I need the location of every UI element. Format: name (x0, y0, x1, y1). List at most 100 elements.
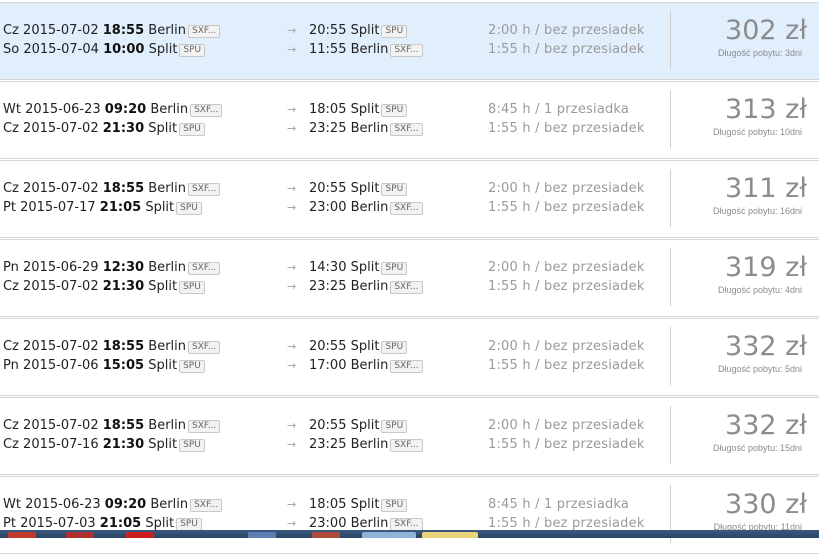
duration: 8:45 h / 1 przesiadka (488, 497, 630, 512)
airport-code-badge: SPU (381, 25, 408, 38)
departure-time: 21:05 (99, 516, 142, 531)
departure-time: 10:00 (103, 42, 145, 57)
duration: 1:55 h / bez przesiadek (488, 279, 645, 294)
departure: Cz 2015-07-02 18:55 Berlin SXF... (3, 21, 221, 40)
arrow-right-icon: → (287, 24, 297, 37)
airport-code-badge: SPU (381, 341, 408, 354)
arrival-city: Berlin (350, 358, 389, 373)
result-row[interactable]: Wt 2015-06-23 09:20 Berlin SXF... → 18:05… (0, 81, 819, 159)
divider (670, 11, 671, 69)
taskbar-button[interactable] (248, 532, 276, 538)
arrival: 20:55 Split SPU (309, 21, 408, 40)
arrow-right-icon: → (287, 359, 297, 372)
outbound-leg: Pn 2015-06-29 12:30 Berlin SXF... → 14:30… (0, 258, 819, 277)
airport-code-badge: SXF... (188, 420, 221, 433)
date: 2015-07-02 (23, 181, 99, 196)
result-row[interactable]: Cz 2015-07-02 18:55 Berlin SXF... → 20:55… (0, 318, 819, 396)
inbound-leg: Pn 2015-07-06 15:05 Split SPU → 17:00 Ber… (0, 356, 819, 375)
divider (670, 169, 671, 227)
airport-code-badge: SXF... (390, 44, 423, 57)
inbound-leg: Cz 2015-07-02 21:30 Split SPU → 23:25 Ber… (0, 277, 819, 296)
departure: So 2015-07-04 10:00 Split SPU (3, 40, 206, 59)
taskbar-button[interactable] (126, 532, 154, 538)
departure: Cz 2015-07-02 21:30 Split SPU (3, 277, 205, 296)
arrival: 11:55 Berlin SXF... (309, 40, 423, 59)
arrow-right-icon: → (287, 103, 297, 116)
inbound-leg: Pt 2015-07-17 21:05 Split SPU → 23:00 Ber… (0, 198, 819, 217)
departure: Cz 2015-07-02 21:30 Split SPU (3, 119, 205, 138)
arrival-city: Split (350, 418, 380, 433)
divider (670, 90, 671, 148)
taskbar-button[interactable] (362, 532, 416, 538)
day: Wt (3, 102, 21, 117)
departure: Pn 2015-07-06 15:05 Split SPU (3, 356, 205, 375)
date: 2015-07-04 (23, 42, 99, 57)
departure-city: Berlin (150, 102, 189, 117)
airport-code-badge: SPU (179, 360, 205, 373)
arrival-time: 20:55 (309, 181, 347, 196)
airport-code-badge: SPU (381, 104, 408, 117)
arrival-city: Split (350, 102, 380, 117)
taskbar-button[interactable] (312, 532, 340, 538)
day: Pt (3, 516, 16, 531)
airport-code-badge: SPU (381, 183, 408, 196)
duration: 1:55 h / bez przesiadek (488, 437, 645, 452)
arrow-right-icon: → (287, 280, 297, 293)
taskbar-button[interactable] (8, 532, 36, 538)
price: 330 zł (725, 489, 807, 520)
date: 2015-07-02 (23, 418, 99, 433)
stay-length: Długość pobytu: 15dni (712, 443, 802, 453)
arrival-time: 20:55 (309, 23, 347, 38)
arrival-time: 11:55 (309, 42, 347, 57)
departure-city: Berlin (148, 260, 186, 275)
airport-code-badge: SXF... (390, 439, 423, 452)
arrival-time: 23:25 (309, 437, 347, 452)
outbound-leg: Cz 2015-07-02 18:55 Berlin SXF... → 20:55… (0, 416, 819, 435)
result-row[interactable]: Pn 2015-06-29 12:30 Berlin SXF... → 14:30… (0, 239, 819, 317)
airport-code-badge: SXF... (188, 341, 221, 354)
arrival-city: Split (350, 23, 380, 38)
airport-code-badge: SPU (179, 439, 205, 452)
airport-code-badge: SXF... (190, 499, 223, 512)
departure: Cz 2015-07-16 21:30 Split SPU (3, 435, 205, 454)
arrow-right-icon: → (287, 43, 297, 56)
arrival-city: Berlin (350, 121, 389, 136)
arrival-time: 18:05 (309, 497, 347, 512)
stay-length: Długość pobytu: 10dni (712, 127, 802, 137)
arrow-right-icon: → (287, 340, 297, 353)
arrow-right-icon: → (287, 122, 297, 135)
arrival-time: 23:25 (309, 279, 347, 294)
duration: 2:00 h / bez przesiadek (488, 339, 645, 354)
day: Wt (3, 497, 21, 512)
arrival: 18:05 Split SPU (309, 100, 408, 119)
inbound-leg: Cz 2015-07-16 21:30 Split SPU → 23:25 Ber… (0, 435, 819, 454)
taskbar-button[interactable] (422, 532, 478, 538)
date: 2015-07-03 (20, 516, 96, 531)
departure: Cz 2015-07-02 18:55 Berlin SXF... (3, 337, 221, 356)
arrival: 14:30 Split SPU (309, 258, 408, 277)
duration: 2:00 h / bez przesiadek (488, 418, 645, 433)
outbound-leg: Cz 2015-07-02 18:55 Berlin SXF... → 20:55… (0, 179, 819, 198)
day: Pt (3, 200, 16, 215)
departure-time: 18:55 (102, 418, 145, 433)
date: 2015-07-06 (23, 358, 99, 373)
flight-results-list: Cz 2015-07-02 18:55 Berlin SXF... → 20:55… (0, 0, 819, 555)
departure-time: 09:20 (104, 497, 147, 512)
result-row[interactable]: Cz 2015-07-02 18:55 Berlin SXF... → 20:55… (0, 2, 819, 80)
inbound-leg: So 2015-07-04 10:00 Split SPU → 11:55 Ber… (0, 40, 819, 59)
result-row[interactable]: Cz 2015-07-02 18:55 Berlin SXF... → 20:55… (0, 160, 819, 238)
taskbar-button[interactable] (66, 532, 94, 538)
arrival: 23:25 Berlin SXF... (309, 119, 423, 138)
day: Cz (3, 418, 19, 433)
result-row[interactable]: Wt 2015-06-23 09:20 Berlin SXF... → 18:05… (0, 476, 819, 554)
departure-time: 18:55 (102, 181, 145, 196)
departure: Pt 2015-07-17 21:05 Split SPU (3, 198, 202, 217)
airport-code-badge: SPU (179, 123, 205, 136)
departure: Wt 2015-06-23 09:20 Berlin SXF... (3, 495, 223, 514)
date: 2015-07-02 (23, 121, 99, 136)
day: So (3, 42, 20, 57)
result-row[interactable]: Cz 2015-07-02 18:55 Berlin SXF... → 20:55… (0, 397, 819, 475)
day: Pn (3, 358, 19, 373)
airport-code-badge: SPU (179, 44, 206, 57)
price: 311 zł (725, 173, 807, 204)
